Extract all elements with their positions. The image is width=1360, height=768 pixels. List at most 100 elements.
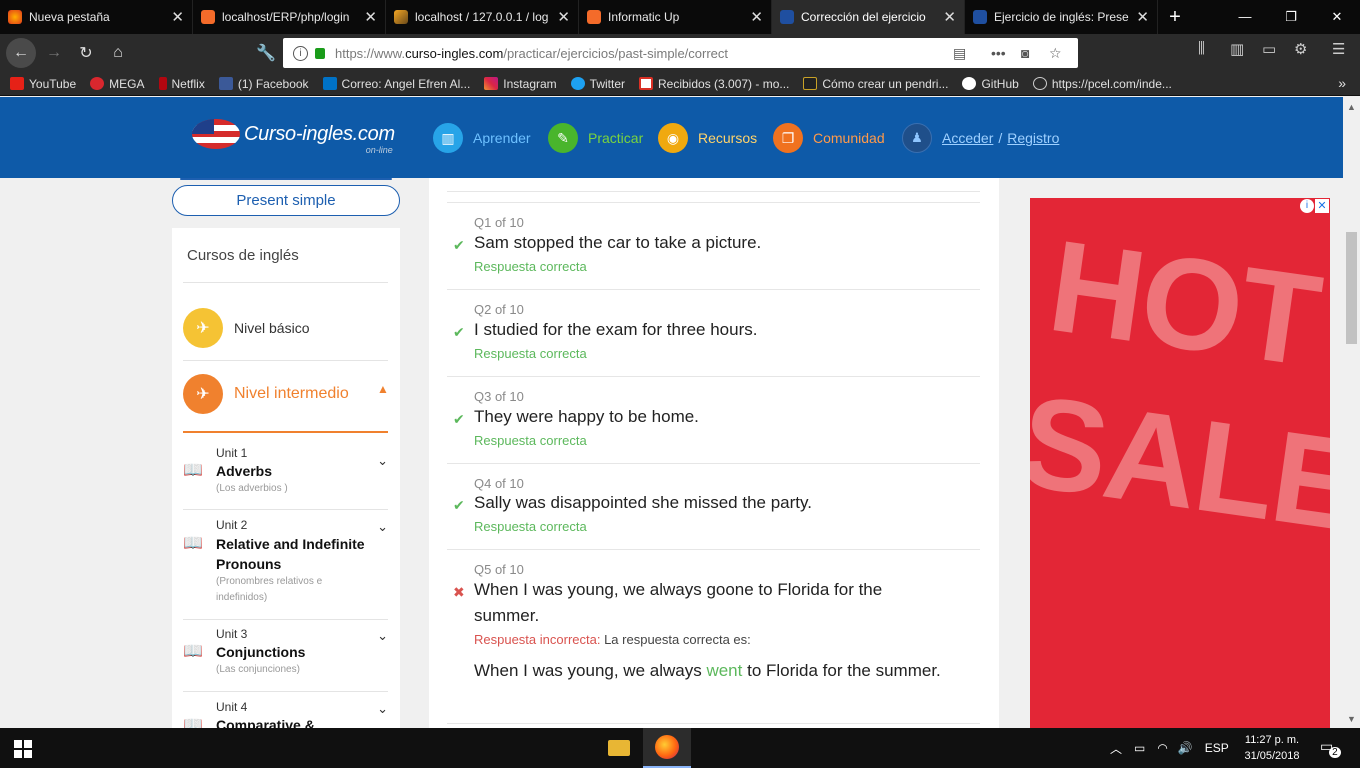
extension-icon[interactable]: ⚙ xyxy=(1294,40,1307,58)
back-button[interactable]: ← xyxy=(6,38,36,68)
chat-icon: ❐ xyxy=(773,123,803,153)
bookmark-netflix[interactable]: Netflix xyxy=(158,77,205,91)
new-tab-button[interactable]: + xyxy=(1160,6,1190,29)
registro-link[interactable]: Registro xyxy=(1007,130,1059,146)
bookmark-gmail[interactable]: Recibidos (3.007) - mo... xyxy=(639,77,789,91)
tab-informatic-up[interactable]: Informatic Up ✕ xyxy=(579,0,772,34)
sidebar-icon[interactable]: ▥ xyxy=(1230,40,1244,58)
scroll-down-arrow-icon[interactable]: ▼ xyxy=(1347,714,1356,724)
chevron-down-icon[interactable]: ⌄ xyxy=(377,628,388,644)
tab-localhost-erp[interactable]: localhost/ERP/php/login ✕ xyxy=(193,0,386,34)
unit-2[interactable]: 📖 Unit 2 Relative and Indefinite Pronoun… xyxy=(183,515,388,619)
cross-icon: ✖ xyxy=(453,584,465,600)
pocket-icon[interactable]: ◙ xyxy=(1021,45,1029,61)
divider xyxy=(183,619,388,620)
divider xyxy=(447,723,980,724)
close-tab-icon[interactable]: ✕ xyxy=(943,8,956,26)
chevron-down-icon[interactable]: ⌄ xyxy=(377,453,388,469)
level-basic[interactable]: ✈ Nivel básico xyxy=(183,308,309,348)
tab-nueva-pestana[interactable]: Nueva pestaña ✕ xyxy=(0,0,193,34)
scroll-up-arrow-icon[interactable]: ▲ xyxy=(1347,102,1356,112)
restore-button[interactable]: ❐ xyxy=(1268,0,1314,34)
close-ad-icon[interactable]: ✕ xyxy=(1315,199,1329,213)
reader-view-icon[interactable]: ▤ xyxy=(953,45,966,62)
youtube-icon xyxy=(10,77,24,90)
firefox-taskbar-button[interactable] xyxy=(643,728,691,768)
divider-active xyxy=(183,431,388,433)
bookmark-mega[interactable]: MEGA xyxy=(90,77,145,91)
tab-correccion[interactable]: Corrección del ejercicio ✕ xyxy=(772,0,965,34)
notifications-button[interactable]: ▭ 2 xyxy=(1320,738,1349,758)
battery-icon[interactable]: ▭ xyxy=(1134,741,1145,755)
present-simple-button[interactable]: Present simple xyxy=(172,185,400,216)
reload-button[interactable]: ↻ xyxy=(70,37,102,69)
nav-aprender[interactable]: ▥ Aprender xyxy=(433,123,531,153)
courses-heading: Cursos de inglés xyxy=(187,247,299,264)
unit-1[interactable]: 📖 Unit 1 Adverbs (Los adverbios ) ⌄ xyxy=(183,443,388,513)
lock-icon[interactable] xyxy=(315,47,325,59)
bookmark-outlook[interactable]: Correo: Angel Efren Al... xyxy=(322,77,470,91)
scrollbar-thumb[interactable] xyxy=(1346,232,1357,344)
home-button[interactable]: ⌂ xyxy=(102,37,134,69)
advertisement-banner[interactable]: HOT SALE i ✕ xyxy=(1030,198,1330,728)
question-1: Q1 of 10 ✔ Sam stopped the car to take a… xyxy=(453,215,762,274)
bookmark-pcel[interactable]: https://pcel.com/inde... xyxy=(1032,77,1172,91)
chevron-up-icon[interactable]: ︿ xyxy=(1110,740,1122,757)
close-tab-icon[interactable]: ✕ xyxy=(364,8,377,26)
level-intermediate[interactable]: ✈ Nivel intermedio ▲ xyxy=(183,374,389,414)
menu-icon[interactable]: ☰ xyxy=(1332,40,1345,58)
nav-practicar[interactable]: ✎ Practicar xyxy=(548,123,643,153)
bookmark-youtube[interactable]: YouTube xyxy=(10,77,76,91)
customize-wrench-icon[interactable]: 🔧 xyxy=(250,37,282,69)
library-icon[interactable]: ⫼ xyxy=(1198,40,1205,57)
screenshot-icon[interactable]: ▭ xyxy=(1262,40,1276,58)
bookmark-twitter[interactable]: Twitter xyxy=(570,77,625,91)
minimize-button[interactable]: — xyxy=(1222,0,1268,34)
page-actions-icon[interactable]: ••• xyxy=(991,45,1006,61)
courses-panel: Cursos de inglés ✈ Nivel básico ✈ Nivel … xyxy=(172,228,400,728)
tab-phpmyadmin[interactable]: localhost / 127.0.0.1 / log ✕ xyxy=(386,0,579,34)
book-icon: ▥ xyxy=(433,123,463,153)
unit-3[interactable]: 📖 Unit 3 Conjunctions (Las conjunciones)… xyxy=(183,624,388,692)
course-sidebar: Present simple Cursos de inglés ✈ Nivel … xyxy=(172,178,400,728)
close-tab-icon[interactable]: ✕ xyxy=(557,8,570,26)
vertical-scrollbar[interactable]: ▲ ▼ xyxy=(1343,97,1360,728)
close-window-button[interactable]: ✕ xyxy=(1314,0,1360,34)
bookmark-pendrive[interactable]: Cómo crear un pendri... xyxy=(803,77,948,91)
chevron-up-icon[interactable]: ▲ xyxy=(377,382,389,396)
chevron-down-icon[interactable]: ⌄ xyxy=(377,519,388,535)
info-icon[interactable]: i xyxy=(293,45,308,61)
bookmark-facebook[interactable]: (1) Facebook xyxy=(218,77,309,91)
chevron-down-icon[interactable]: ⌄ xyxy=(377,701,388,717)
bookmark-github[interactable]: GitHub xyxy=(962,77,1019,91)
bookmark-instagram[interactable]: Instagram xyxy=(484,77,557,91)
helicopter-icon: ✈ xyxy=(183,308,223,348)
wifi-icon[interactable]: ◠ xyxy=(1157,741,1167,755)
tab-ejercicio[interactable]: Ejercicio de inglés: Prese ✕ xyxy=(965,0,1158,34)
book-open-icon: 📖 xyxy=(183,535,203,552)
acceder-link[interactable]: Acceder xyxy=(942,130,993,146)
unit-4[interactable]: 📖 Unit 4 Comparative & ⌄ xyxy=(183,697,388,728)
curso-ingles-favicon xyxy=(973,10,987,24)
volume-icon[interactable]: 🔊 xyxy=(1178,741,1193,755)
question-5: Q5 of 10 ✖ When I was young, we always g… xyxy=(447,559,980,719)
question-2: Q2 of 10 ✔ I studied for the exam for th… xyxy=(453,302,758,361)
url-bar[interactable]: i https://www. curso-ingles.com/practicar… xyxy=(283,38,1078,68)
divider xyxy=(447,289,980,290)
clock[interactable]: 11:27 p. m. 31/05/2018 xyxy=(1240,732,1304,764)
close-tab-icon[interactable]: ✕ xyxy=(171,8,184,26)
bookmark-star-icon[interactable]: ☆ xyxy=(1049,45,1062,62)
adchoices-icon[interactable]: i xyxy=(1300,199,1314,213)
file-explorer-taskbar-button[interactable] xyxy=(595,728,643,768)
close-tab-icon[interactable]: ✕ xyxy=(750,8,763,26)
bookmarks-overflow-icon[interactable]: » xyxy=(1338,75,1346,91)
page-viewport: Curso-ingles.com on-line ▥ Aprender ✎ Pr… xyxy=(0,97,1343,728)
close-tab-icon[interactable]: ✕ xyxy=(1136,8,1149,26)
nav-recursos[interactable]: ◉ Recursos xyxy=(658,123,757,153)
nav-comunidad[interactable]: ❐ Comunidad xyxy=(773,123,885,153)
site-logo[interactable]: Curso-ingles.com on-line xyxy=(192,119,395,155)
windows-start-icon[interactable] xyxy=(14,740,32,758)
gmail-icon xyxy=(639,77,653,90)
forward-button[interactable]: → xyxy=(38,37,70,69)
language-indicator[interactable]: ESP xyxy=(1205,741,1229,755)
